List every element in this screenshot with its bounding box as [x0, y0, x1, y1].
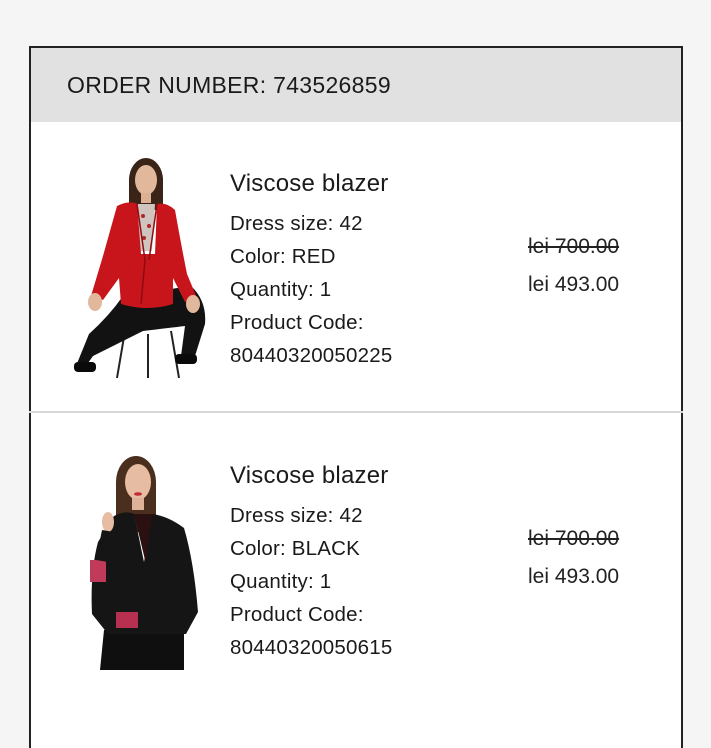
- product-code-label: Product Code:: [230, 603, 364, 626]
- price-block: lei 700.00 lei 493.00: [528, 235, 619, 297]
- product-code: 80440320050615: [230, 636, 393, 659]
- product-image[interactable]: [86, 452, 206, 670]
- color: Color: RED: [230, 245, 336, 268]
- item-divider: [29, 411, 683, 413]
- quantity: Quantity: 1: [230, 278, 332, 301]
- product-code: 80440320050225: [230, 344, 393, 367]
- original-price: lei 700.00: [528, 527, 620, 550]
- item-details: Viscose blazer Dress size: 42 Color: RED…: [230, 170, 392, 372]
- original-price: lei 700.00: [528, 235, 620, 258]
- product-name[interactable]: Viscose blazer: [230, 462, 392, 490]
- product-code-label: Product Code:: [230, 311, 364, 334]
- color: Color: BLACK: [230, 537, 361, 560]
- price-block: lei 700.00 lei 493.00: [528, 527, 619, 589]
- item-details: Viscose blazer Dress size: 42 Color: BLA…: [230, 462, 392, 664]
- order-item: Viscose blazer Dress size: 42 Color: BLA…: [31, 414, 681, 704]
- quantity: Quantity: 1: [230, 570, 332, 593]
- order-header: ORDER NUMBER: 743526859: [31, 48, 681, 122]
- product-image[interactable]: [73, 156, 213, 378]
- order-number: ORDER NUMBER: 743526859: [67, 71, 391, 98]
- dress-size: Dress size: 42: [230, 212, 363, 235]
- sale-price: lei 493.00: [528, 273, 620, 296]
- product-name[interactable]: Viscose blazer: [230, 170, 392, 198]
- order-item: Viscose blazer Dress size: 42 Color: RED…: [31, 122, 681, 412]
- order-card: ORDER NUMBER: 743526859 Viscose blazer D…: [29, 46, 683, 748]
- sale-price: lei 493.00: [528, 565, 620, 588]
- dress-size: Dress size: 42: [230, 504, 363, 527]
